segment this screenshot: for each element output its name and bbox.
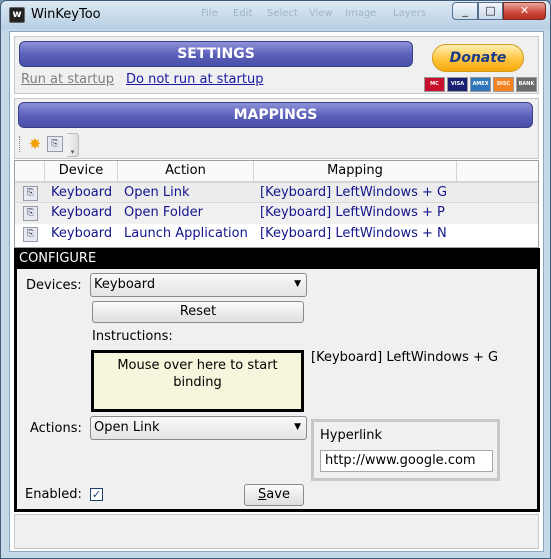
checkmark-icon: ✓ — [91, 488, 102, 501]
dropdown-arrow-icon: ▼ — [294, 279, 301, 289]
column-header-mapping[interactable]: Mapping — [254, 161, 457, 182]
hyperlink-label: Hyperlink — [320, 428, 383, 443]
table-row[interactable]: ⎘ Keyboard Launch Application [Keyboard]… — [15, 224, 538, 245]
settings-header: SETTINGS — [19, 41, 413, 67]
mappings-panel: MAPPINGS ✸ ⎘ ▾ — [14, 98, 539, 159]
ghost-menu-select: Select — [267, 8, 298, 19]
bank-icon: BANK — [516, 77, 537, 92]
binding-prompt: Mouse over here to start binding — [117, 358, 278, 390]
mapping-row-icon: ⎘ — [23, 206, 38, 221]
amex-icon: AMEX — [470, 77, 491, 92]
actions-dropdown[interactable]: Open Link ▼ — [90, 416, 307, 440]
actions-value: Open Link — [94, 420, 160, 435]
enabled-label: Enabled: — [25, 487, 82, 502]
instructions-label: Instructions: — [92, 329, 173, 344]
window-title: WinKeyToo — [31, 7, 101, 22]
app-window: w WinKeyToo File Edit Select View Image … — [0, 0, 551, 559]
devices-value: Keyboard — [94, 277, 156, 292]
save-button[interactable]: Save — [244, 484, 304, 506]
maximize-button[interactable]: □ — [478, 2, 503, 20]
cell-device: Keyboard — [51, 185, 113, 200]
cell-device: Keyboard — [51, 205, 113, 220]
mappings-header: MAPPINGS — [18, 102, 533, 128]
toolbar-grip[interactable] — [19, 136, 21, 152]
run-at-startup-link[interactable]: Run at startup — [21, 72, 114, 87]
client-area: SETTINGS Run at startup Do not run at st… — [9, 31, 544, 552]
configure-title: CONFIGURE — [17, 251, 537, 269]
ghost-menu-edit: Edit — [233, 8, 253, 19]
mapping-row-icon: ⎘ — [23, 227, 38, 242]
table-row[interactable]: ⎘ Keyboard Open Folder [Keyboard] LeftWi… — [15, 203, 538, 224]
mapping-row-icon: ⎘ — [23, 186, 38, 201]
save-label-rest: ave — [266, 487, 290, 502]
configure-panel: CONFIGURE Devices: Keyboard ▼ Reset Inst… — [14, 248, 540, 512]
mappings-grid: Device Action Mapping ⎘ Keyboard Open Li… — [14, 160, 539, 248]
cell-mapping: [Keyboard] LeftWindows + G — [260, 185, 448, 200]
bottom-panel — [14, 514, 539, 549]
reset-button[interactable]: Reset — [92, 301, 304, 323]
donate-button[interactable]: Donate — [432, 44, 524, 72]
toolbar-overflow-button[interactable]: ▾ — [67, 133, 79, 157]
cell-action: Launch Application — [124, 226, 248, 241]
grid-header: Device Action Mapping — [15, 161, 538, 182]
table-row[interactable]: ⎘ Keyboard Open Link [Keyboard] LeftWind… — [15, 182, 538, 203]
mastercard-icon: MC — [424, 77, 445, 92]
actions-label: Actions: — [30, 421, 82, 436]
close-button[interactable]: ✕ — [503, 2, 546, 20]
devices-dropdown[interactable]: Keyboard ▼ — [90, 273, 307, 297]
ghost-menu-view: View — [309, 8, 333, 19]
grid-header-blank — [15, 161, 45, 182]
remove-mapping-button[interactable]: ⎘ — [47, 136, 63, 152]
ghost-menu-file: File — [201, 8, 218, 19]
binding-area[interactable]: Mouse over here to start binding — [91, 350, 304, 412]
current-binding-text: [Keyboard] LeftWindows + G — [311, 350, 499, 365]
ghost-menu-layers: Layers — [393, 8, 427, 19]
minimize-button[interactable]: _ — [452, 2, 478, 20]
settings-panel: SETTINGS Run at startup Do not run at st… — [14, 36, 539, 94]
dropdown-arrow-icon: ▼ — [294, 422, 301, 432]
ghost-menu-image: Image — [345, 8, 377, 19]
cell-mapping: [Keyboard] LeftWindows + N — [260, 226, 447, 241]
column-header-device[interactable]: Device — [45, 161, 118, 182]
hyperlink-input[interactable]: http://www.google.com — [320, 450, 493, 472]
app-icon: w — [9, 7, 25, 23]
do-not-run-at-startup-link[interactable]: Do not run at startup — [126, 72, 263, 87]
title-bar[interactable]: w WinKeyToo File Edit Select View Image … — [1, 1, 550, 29]
cell-action: Open Folder — [124, 205, 204, 220]
discover-icon: DISC — [493, 77, 514, 92]
cell-device: Keyboard — [51, 226, 113, 241]
enabled-checkbox[interactable]: ✓ — [90, 488, 103, 501]
cell-action: Open Link — [124, 185, 190, 200]
cell-mapping: [Keyboard] LeftWindows + P — [260, 205, 445, 220]
remove-mapping-icon: ⎘ — [51, 139, 59, 149]
column-header-action[interactable]: Action — [118, 161, 254, 182]
visa-icon: VISA — [447, 77, 468, 92]
hyperlink-group: Hyperlink http://www.google.com — [311, 419, 500, 481]
sparkle-add-icon: ✸ — [28, 135, 42, 153]
devices-label: Devices: — [26, 278, 82, 293]
add-mapping-button[interactable]: ✸ — [25, 134, 45, 154]
